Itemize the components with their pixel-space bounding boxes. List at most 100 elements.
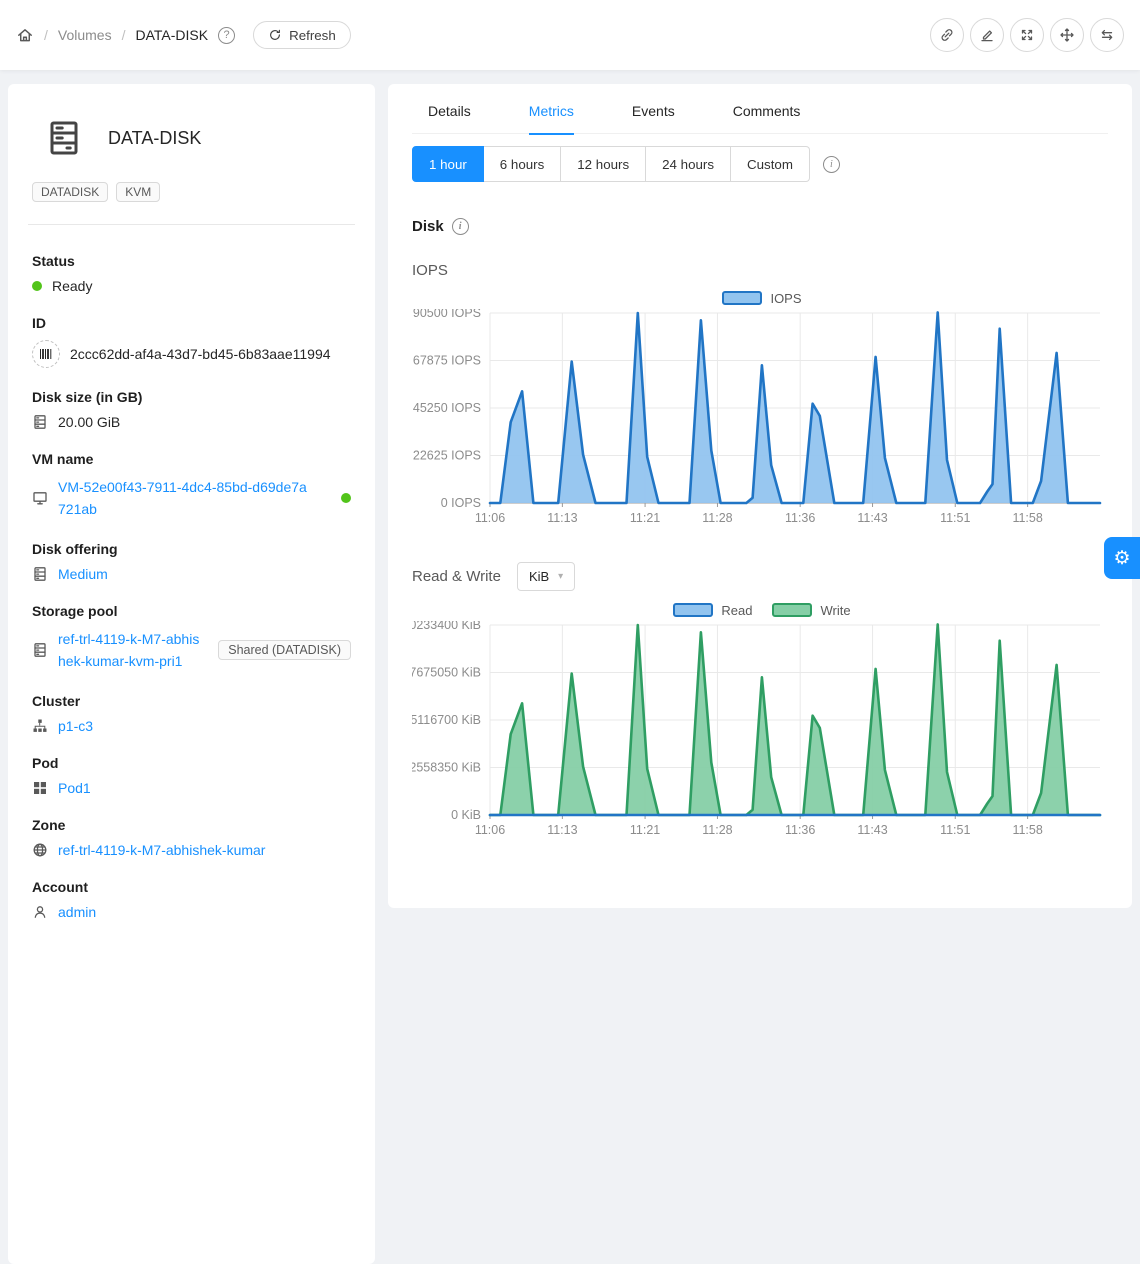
time-range-24hours[interactable]: 24 hours: [646, 146, 731, 182]
unit-select[interactable]: KiB ▾: [517, 562, 575, 591]
unit-select-value: KiB: [529, 569, 549, 584]
edit-icon: [979, 27, 995, 43]
refresh-button[interactable]: Refresh: [253, 21, 351, 49]
barcode-icon: [32, 340, 60, 368]
legend-label: IOPS: [770, 291, 801, 306]
breadcrumb-separator: /: [122, 27, 126, 43]
section-label: Pod: [32, 755, 351, 771]
breadcrumb-current: DATA-DISK: [135, 27, 208, 43]
storage-pool-badge: Shared (DATADISK): [218, 640, 351, 660]
help-icon[interactable]: ?: [218, 27, 235, 44]
x-tick-label: 11:13: [547, 823, 577, 837]
breadcrumb: / Volumes / DATA-DISK ? Refresh: [16, 21, 351, 49]
x-tick-label: 11:28: [702, 511, 732, 525]
globe-icon: [32, 842, 48, 858]
x-tick-label: 11:06: [475, 823, 505, 837]
section-cluster: Cluster p1-c3: [32, 693, 351, 734]
tab-bar: Details Metrics Events Comments: [412, 88, 1108, 134]
migrate-button[interactable]: [1090, 18, 1124, 52]
y-tick-label: 45250 IOPS: [413, 401, 481, 415]
account-link[interactable]: admin: [58, 904, 96, 920]
legend-item[interactable]: Write: [772, 603, 850, 618]
legend-item[interactable]: IOPS: [722, 291, 801, 306]
link-button[interactable]: [930, 18, 964, 52]
storage-pool-link[interactable]: ref-trl-4119-k-M7-abhishek-kumar-kvm-pri…: [58, 628, 200, 672]
time-range-custom[interactable]: Custom: [731, 146, 810, 182]
legend-item[interactable]: Read: [673, 603, 752, 618]
breadcrumb-volumes[interactable]: Volumes: [58, 27, 112, 43]
resize-button[interactable]: [1010, 18, 1044, 52]
x-tick-label: 11:36: [785, 823, 815, 837]
section-disk-size: Disk size (in GB) 20.00 GiB: [32, 389, 351, 430]
volume-icon: [48, 120, 80, 156]
y-tick-label: 7675050 KiB: [412, 666, 481, 680]
resource-title: DATA-DISK: [108, 128, 201, 149]
y-tick-label: 10233400 KiB: [412, 621, 481, 632]
resource-sidebar: DATA-DISK DATADISK KVM Status Ready ID 2…: [8, 84, 375, 1264]
info-icon: i: [452, 218, 469, 235]
home-icon[interactable]: [16, 26, 34, 44]
section-account: Account admin: [32, 879, 351, 920]
readwrite-chart: ReadWrite11:0611:1311:2111:2811:3611:431…: [412, 599, 1112, 852]
section-label: Disk offering: [32, 541, 351, 557]
x-tick-label: 11:51: [940, 823, 970, 837]
disk-offering-link[interactable]: Medium: [58, 566, 108, 582]
chart-canvas: 11:0611:1311:2111:2811:3611:4311:5111:58…: [412, 309, 1112, 537]
tab-metrics[interactable]: Metrics: [529, 88, 574, 134]
time-range-group: 1 hour 6 hours 12 hours 24 hours Custom: [412, 146, 810, 182]
move-icon: [1059, 27, 1075, 43]
cluster-link[interactable]: p1-c3: [58, 718, 93, 734]
disk-size-value: 20.00 GiB: [58, 414, 120, 430]
settings-fab[interactable]: ⚙: [1104, 537, 1140, 579]
y-tick-label: 5116700 KiB: [412, 713, 481, 727]
detail-panel: Details Metrics Events Comments 1 hour 6…: [388, 84, 1132, 908]
x-tick-label: 11:58: [1012, 511, 1042, 525]
x-tick-label: 11:21: [630, 511, 660, 525]
time-range-6hours[interactable]: 6 hours: [484, 146, 561, 182]
time-range-row: 1 hour 6 hours 12 hours 24 hours Custom …: [412, 146, 1108, 182]
move-button[interactable]: [1050, 18, 1084, 52]
x-tick-label: 11:43: [857, 823, 887, 837]
readwrite-heading: Read & Write KiB ▾: [412, 562, 1108, 591]
section-label: ID: [32, 315, 351, 331]
section-status: Status Ready: [32, 253, 351, 294]
chart-canvas: 11:0611:1311:2111:2811:3611:4311:5111:58…: [412, 621, 1112, 849]
tag-row: DATADISK KVM: [32, 182, 351, 202]
user-icon: [32, 904, 48, 920]
id-value: 2ccc62dd-af4a-43d7-bd45-6b83aae11994: [70, 346, 331, 362]
section-vm-name: VM name VM-52e00f43-7911-4dc4-85bd-d69de…: [32, 451, 351, 520]
section-label: VM name: [32, 451, 351, 467]
cluster-icon: [32, 718, 48, 734]
gear-icon: ⚙: [1113, 547, 1130, 570]
tag-datadisk: DATADISK: [32, 182, 108, 202]
tab-details[interactable]: Details: [428, 88, 471, 134]
y-tick-label: 67875 IOPS: [413, 354, 481, 368]
time-range-12hours[interactable]: 12 hours: [561, 146, 646, 182]
legend-swatch-icon: [673, 603, 713, 617]
time-range-1hour[interactable]: 1 hour: [412, 146, 484, 182]
section-label: Account: [32, 879, 351, 895]
edit-button[interactable]: [970, 18, 1004, 52]
tab-events[interactable]: Events: [632, 88, 675, 134]
x-tick-label: 11:06: [475, 511, 505, 525]
legend-swatch-icon: [722, 291, 762, 305]
vm-name-link[interactable]: VM-52e00f43-7911-4dc4-85bd-d69de7a721ab: [58, 476, 308, 520]
pod-link[interactable]: Pod1: [58, 780, 91, 796]
x-tick-label: 11:13: [547, 511, 577, 525]
migrate-icon: [1099, 27, 1115, 43]
tab-comments[interactable]: Comments: [733, 88, 801, 134]
section-label: Storage pool: [32, 603, 351, 619]
section-label: Disk size (in GB): [32, 389, 351, 405]
vm-status-dot-icon: [341, 493, 351, 503]
tag-kvm: KVM: [116, 182, 160, 202]
legend-swatch-icon: [772, 603, 812, 617]
status-value: Ready: [52, 278, 92, 294]
iops-chart: IOPS11:0611:1311:2111:2811:3611:4311:511…: [412, 287, 1112, 540]
info-icon[interactable]: i: [823, 156, 840, 173]
desktop-icon: [32, 490, 48, 506]
legend-label: Write: [820, 603, 850, 618]
scale-icon: [1019, 27, 1035, 43]
zone-link[interactable]: ref-trl-4119-k-M7-abhishek-kumar: [58, 842, 265, 858]
chevron-down-icon: ▾: [558, 571, 563, 582]
resource-header: DATA-DISK: [48, 120, 351, 156]
